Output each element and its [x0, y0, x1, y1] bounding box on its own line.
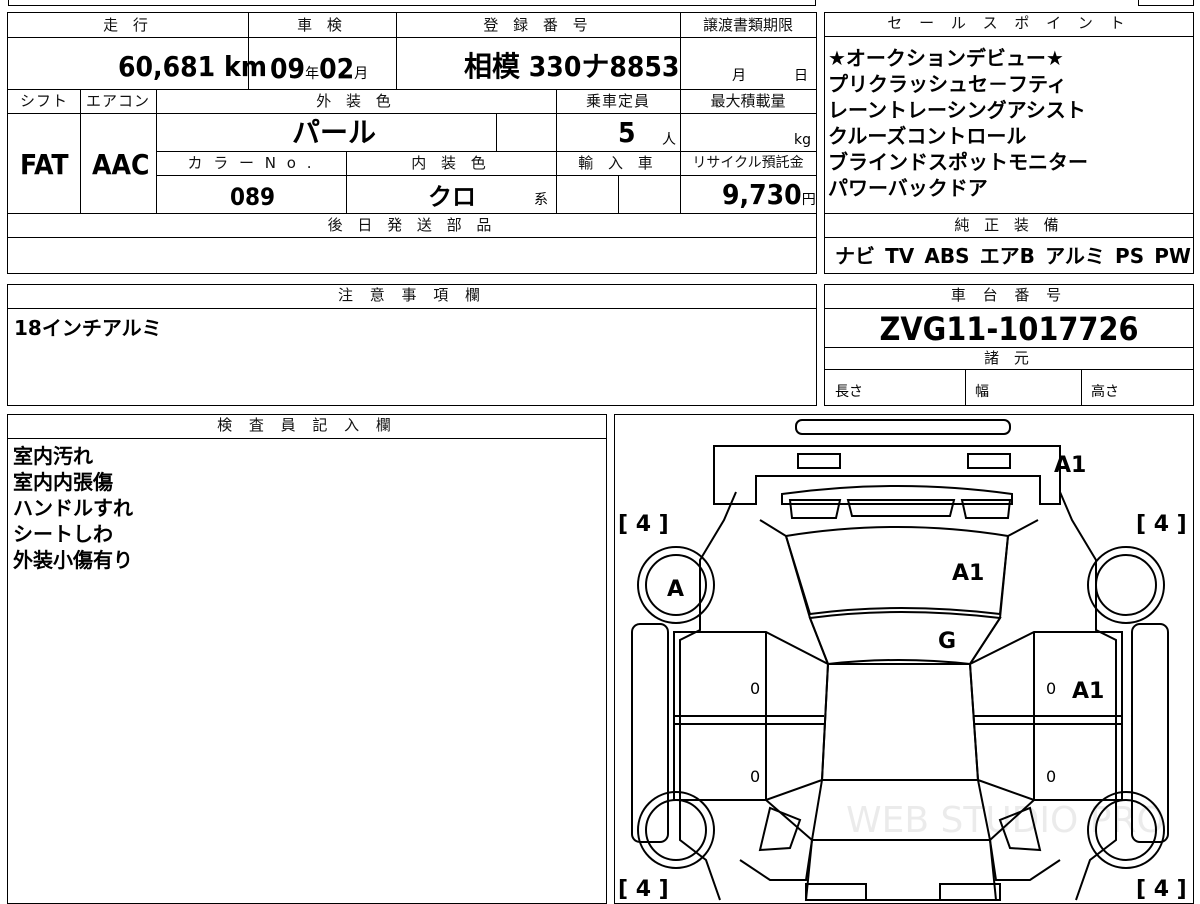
sales-point-item: パワーバックドア: [828, 176, 988, 200]
notes-text: 18インチアルミ: [14, 316, 162, 340]
equipment-label: 純 正 装 備: [954, 216, 1064, 234]
recycle-value: 9,730円: [722, 178, 816, 211]
later-parts-label: 後 日 発 送 部 品: [327, 216, 497, 234]
equipment-item: PS: [1115, 244, 1145, 268]
equipment-item: PW: [1154, 244, 1191, 268]
car-diagram: [ 4 ] [ 4 ] [ 4 ] [ 4 ] A1 A1 G A A1 0 0…: [618, 419, 1187, 902]
equipment-item: TV: [885, 244, 915, 268]
sales-point-item: クルーズコントロール: [828, 124, 1027, 148]
tire-rl-label: [ 4 ]: [618, 877, 669, 902]
inspector-label: 検 査 員 記 入 欄: [8, 415, 606, 439]
color-no-label: カ ラ ー N o .: [187, 154, 315, 172]
equipment-list: ナビ TV ABS エアB アルミ PS PW: [835, 243, 1191, 269]
spec-length-label: 長さ: [835, 384, 863, 400]
sales-point-item: レーントレーシングアシスト: [828, 98, 1086, 122]
sales-point-item: プリクラッシュセ－フティ: [828, 72, 1067, 96]
mark-hood: A1: [952, 561, 984, 586]
inspector-panel: 検 査 員 記 入 欄 室内汚れ 室内内張傷 ハンドルすれ シートしわ 外装小傷…: [7, 414, 607, 904]
inspector-comment: 室内汚れ: [13, 444, 93, 468]
inspector-comment: シートしわ: [13, 522, 113, 546]
transfer-day-unit: 日: [794, 68, 808, 84]
capacity-label: 乗車定員: [585, 92, 650, 110]
transfer-label: 譲渡書類期限: [702, 16, 793, 34]
inspection-value: 09年02月: [270, 52, 369, 85]
capacity-value: 5: [618, 116, 636, 149]
aircon-label: エアコン: [85, 92, 150, 110]
interior-color-label: 内 装 色: [411, 154, 491, 172]
sales-points-label: セ ー ル ス ポ イ ン ト: [825, 13, 1193, 37]
sales-point-item: ★オークションデビュー★: [828, 46, 1064, 70]
sales-points-list: ★オークションデビュー★ プリクラッシュセ－フティ レーントレーシングアシスト …: [828, 45, 1190, 201]
tire-rr-label: [ 4 ]: [1136, 877, 1187, 902]
inspection-label: 車 検: [297, 16, 347, 34]
mark-front-door-r: A1: [1072, 679, 1104, 704]
equipment-item: アルミ: [1045, 244, 1105, 268]
notes-panel: 注 意 事 項 欄 18インチアルミ: [7, 284, 817, 406]
spec-width-label: 幅: [975, 384, 989, 400]
vehicle-info-table: 走 行 車 検 登 録 番 号 譲渡書類期限 60,681 km 09年02月 …: [7, 12, 817, 274]
inspector-comment: 外装小傷有り: [13, 548, 133, 572]
mileage-label: 走 行: [103, 16, 153, 34]
top-strip-border: [8, 0, 816, 6]
mark-wheel-fl: A: [667, 577, 684, 602]
capacity-unit: 人: [662, 132, 676, 148]
sales-points-panel: セ ー ル ス ポ イ ン ト ★オークションデビュー★ プリクラッシュセ－フテ…: [824, 12, 1194, 274]
max-load-label: 最大積載量: [710, 92, 786, 110]
chassis-panel: 車 台 番 号 ZVG11-1017726 諸 元 長さ 幅 高さ: [824, 284, 1194, 406]
exterior-color-value: パール: [292, 116, 377, 149]
interior-color-value: クロ: [428, 183, 476, 211]
door-rl-value: 0: [750, 767, 760, 786]
equipment-item: エアB: [979, 244, 1035, 268]
inspector-comments: 室内汚れ 室内内張傷 ハンドルすれ シートしわ 外装小傷有り: [13, 443, 133, 573]
recycle-label: リサイクル預託金: [692, 155, 804, 171]
top-strip-right: [1138, 0, 1194, 6]
tire-fl-label: [ 4 ]: [618, 512, 669, 537]
mark-windshield: G: [938, 629, 956, 654]
door-fl-value: 0: [750, 679, 760, 698]
notes-label: 注 意 事 項 欄: [8, 285, 816, 309]
shift-value: FAT: [20, 148, 69, 181]
equipment-item: ABS: [924, 244, 970, 268]
mark-front-bumper: A1: [1054, 453, 1086, 478]
door-rr-value: 0: [1046, 767, 1056, 786]
inspector-comment: ハンドルすれ: [13, 496, 133, 520]
specs-label: 諸 元: [984, 349, 1034, 367]
max-load-unit: kg: [794, 132, 811, 148]
registration-label: 登 録 番 号: [483, 16, 593, 34]
mileage-value: 60,681 km: [118, 50, 267, 83]
tire-fr-label: [ 4 ]: [1136, 512, 1187, 537]
chassis-label: 車 台 番 号: [825, 285, 1193, 309]
color-no-value: 089: [230, 183, 276, 211]
shift-label: シフト: [19, 92, 68, 110]
interior-color-suffix: 系: [534, 192, 548, 208]
chassis-value: ZVG11-1017726: [879, 310, 1139, 348]
spec-height-label: 高さ: [1091, 384, 1119, 400]
top-strip: [0, 0, 1200, 8]
inspector-comment: 室内内張傷: [13, 470, 113, 494]
registration-value: 相模 330ナ8853: [464, 50, 680, 83]
car-diagram-panel: [ 4 ] [ 4 ] [ 4 ] [ 4 ] A1 A1 G A A1 0 0…: [614, 414, 1194, 904]
transfer-month-unit: 月: [732, 68, 746, 84]
sales-point-item: ブラインドスポットモニター: [828, 150, 1088, 174]
equipment-item: ナビ: [835, 244, 875, 268]
import-label: 輸 入 車: [578, 154, 658, 172]
exterior-color-label: 外 装 色: [316, 92, 396, 110]
door-fr-value: 0: [1046, 679, 1056, 698]
aircon-value: AAC: [92, 148, 150, 181]
watermark: WEB STUDIO PRO: [846, 800, 1165, 841]
